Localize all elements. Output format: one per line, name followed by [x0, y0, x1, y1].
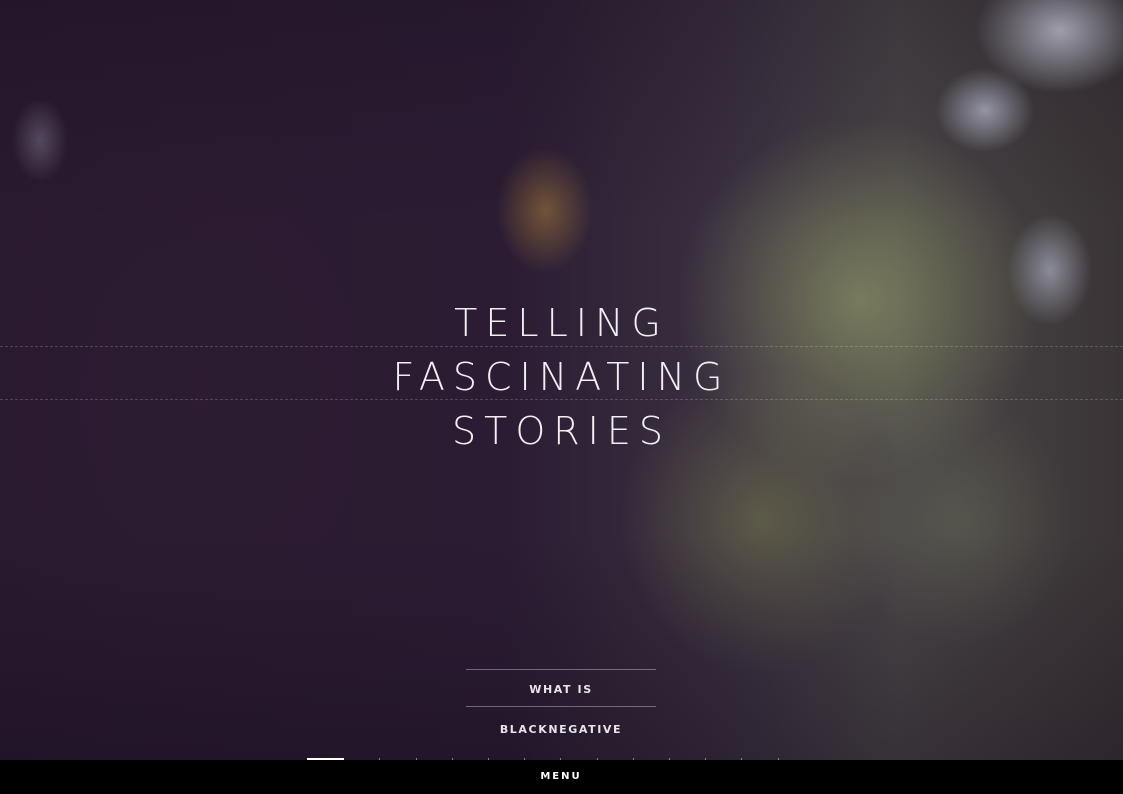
hero-video-stage: TELLING FASCINATING STORIES WHAT IS BLAC… — [0, 0, 1123, 794]
headline-line-1: TELLING — [454, 301, 669, 345]
bottom-menu-bar: MENU — [0, 760, 1123, 794]
headline-line-2: FASCINATING — [392, 355, 731, 399]
what-is-blacknegative-button[interactable]: WHAT IS BLACKNEGATIVE — [466, 669, 656, 736]
hero-headline: TELLING FASCINATING STORIES — [0, 296, 1123, 458]
menu-button[interactable]: MENU — [511, 760, 611, 794]
headline-line-3: STORIES — [452, 409, 671, 453]
